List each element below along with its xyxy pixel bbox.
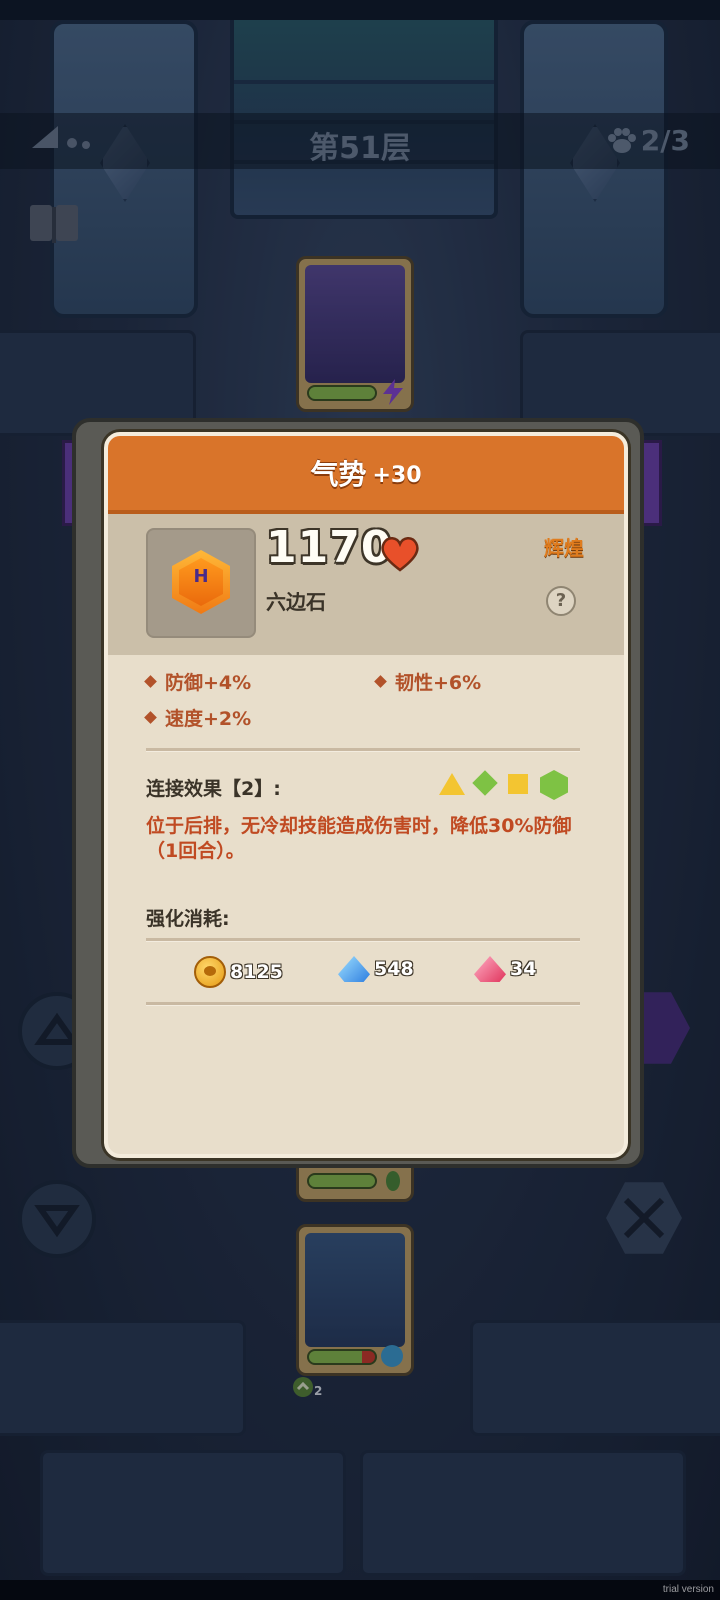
- modal-title-bonus: +30: [372, 462, 422, 488]
- power-value: 1170: [266, 522, 393, 573]
- cost-red-crystal: 34: [474, 956, 536, 982]
- diamond-bullet-icon: [144, 675, 157, 688]
- stat-label: 速度+2%: [165, 708, 252, 730]
- paw-coin-icon: [194, 956, 226, 988]
- item-detail-modal: 气势 +30 H 1170 辉煌 六边石 ? 防御+4% 韧性+6% 速度+2%…: [104, 432, 628, 1158]
- diamond-bullet-icon: [374, 675, 387, 688]
- stat-label: 韧性+6%: [395, 672, 482, 694]
- cost-amount: 548: [374, 958, 414, 980]
- modal-title: 气势: [310, 458, 367, 491]
- stat-toughness: 韧性+6%: [374, 668, 482, 695]
- divider: [146, 938, 580, 942]
- stat-defense: 防御+4%: [144, 668, 252, 695]
- blue-crystal-icon: [338, 956, 370, 982]
- square-icon: [508, 774, 528, 794]
- diamond-icon: [472, 770, 498, 796]
- cost-amount: 8125: [230, 961, 283, 983]
- help-button[interactable]: ?: [546, 586, 576, 616]
- stat-speed: 速度+2%: [144, 704, 252, 731]
- cost-coins: 8125: [194, 956, 283, 988]
- upgrade-cost-label: 强化消耗:: [146, 908, 230, 930]
- modal-header: 气势 +30: [108, 436, 624, 514]
- link-effect-label: 连接效果【2】:: [146, 778, 281, 800]
- heart-icon: [381, 537, 419, 572]
- item-slot: H: [146, 528, 256, 638]
- divider: [146, 1002, 580, 1006]
- rarity-label: 辉煌: [544, 536, 584, 560]
- diamond-bullet-icon: [144, 711, 157, 724]
- red-crystal-icon: [474, 956, 506, 982]
- gem-letter: H: [193, 566, 209, 587]
- divider: [146, 748, 580, 752]
- link-effect-description: 位于后排，无冷却技能造成伤害时，降低30%防御（1回合）。: [146, 815, 572, 862]
- hexagon-icon: [540, 770, 568, 800]
- stat-label: 防御+4%: [165, 672, 252, 694]
- cost-amount: 34: [510, 958, 537, 980]
- cost-blue-crystal: 548: [338, 956, 414, 982]
- item-name: 六边石: [266, 590, 326, 614]
- triangle-icon: [439, 773, 465, 795]
